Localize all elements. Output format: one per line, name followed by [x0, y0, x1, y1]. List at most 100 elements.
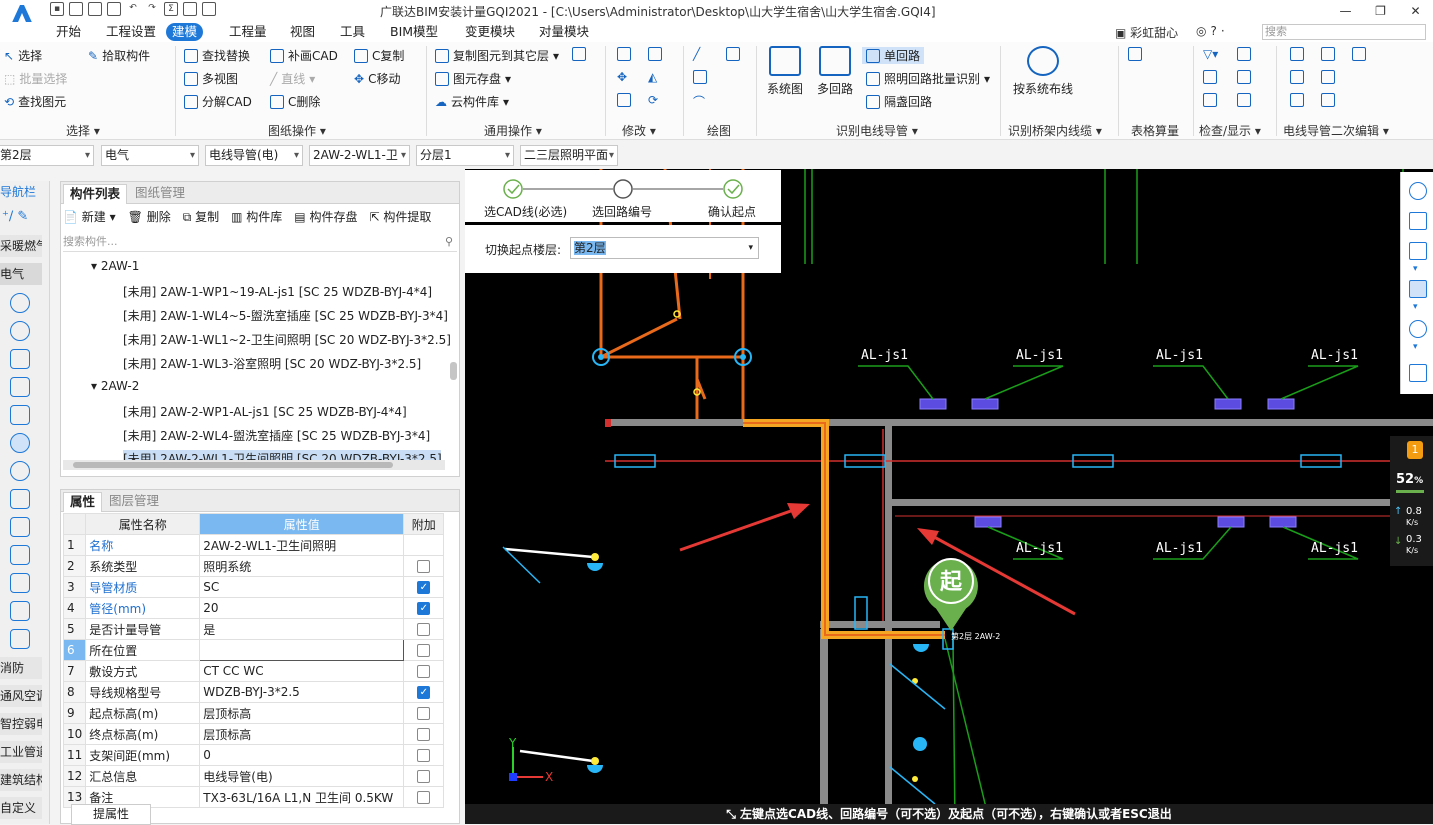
append-checkbox[interactable] — [417, 749, 431, 762]
extra-common-button[interactable] — [572, 47, 586, 61]
bus-icon[interactable] — [10, 489, 30, 509]
nav-hvac[interactable]: 通风空调 — [0, 685, 42, 707]
table-row[interactable]: 9 起点标高(m) 层顶标高 — [62, 702, 445, 724]
edit5-button[interactable] — [1321, 70, 1335, 84]
select-button[interactable]: ↖ 选择 — [4, 47, 42, 64]
delete-component-button[interactable]: 🗑 删除 — [128, 208, 171, 225]
start-floor-select[interactable]: 第2层 ▾ — [570, 237, 759, 259]
open-folder-icon[interactable] — [88, 2, 102, 16]
cube-icon[interactable] — [1409, 280, 1427, 298]
tree-group-2aw2[interactable]: ▾ 2AW-2 — [91, 379, 139, 393]
discipline-select[interactable]: 电气 — [101, 145, 199, 166]
close-icon[interactable]: ✕ — [1398, 0, 1433, 22]
append-checkbox[interactable]: ✓ — [417, 686, 431, 699]
single-circuit-button[interactable]: 单回路 — [862, 47, 925, 64]
pick-component-button[interactable]: ✎ 拾取构件 — [88, 47, 150, 64]
table-row[interactable]: 10 终点标高(m) 层顶标高 — [62, 723, 445, 745]
component-select[interactable]: 2AW-2-WL1-卫 — [309, 145, 410, 166]
menu-start[interactable]: 开始 — [50, 23, 87, 41]
table-row[interactable]: 5 是否计量导管是 — [62, 618, 445, 640]
modify-flip-button[interactable]: ◭ — [648, 70, 657, 84]
c-move-button[interactable]: ✥ C移动 — [354, 70, 400, 87]
report-icon[interactable] — [183, 2, 197, 16]
append-checkbox[interactable] — [417, 623, 431, 636]
new-component-button[interactable]: 📄 新建 ▾ — [63, 208, 116, 225]
tab-properties[interactable]: 属性 — [63, 492, 103, 512]
tab-component-list[interactable]: 构件列表 — [63, 184, 128, 204]
menu-project-settings[interactable]: 工程设置 — [100, 23, 162, 41]
find-replace-button[interactable]: 查找替换 — [184, 47, 250, 64]
table-row[interactable]: 3 导管材质 SC ✓ — [62, 576, 445, 598]
append-checkbox[interactable] — [417, 770, 431, 783]
grid-button[interactable] — [1203, 93, 1217, 107]
edit1-button[interactable] — [1290, 47, 1304, 61]
edit6-button[interactable] — [1290, 93, 1304, 107]
modify-copy-button[interactable] — [617, 47, 631, 61]
menu-bim-model[interactable]: BIM模型 — [384, 23, 444, 41]
tree-item[interactable]: [未用] 2AW-1-WL1~2-卫生间照明 [SC 20 WDZ-BYJ-3*… — [123, 331, 451, 348]
tree-item[interactable]: [未用] 2AW-2-WP1-AL-js1 [SC 25 WDZB-BYJ-4*… — [123, 403, 407, 420]
append-checkbox[interactable]: ✓ — [417, 581, 431, 594]
nav-weak-current[interactable]: 智控弱电 — [0, 713, 42, 735]
append-checkbox[interactable] — [417, 665, 431, 678]
folder-icon[interactable] — [202, 2, 216, 16]
table-row[interactable]: 11 支架间距(mm) 0 — [62, 744, 445, 766]
tree-item[interactable]: [未用] 2AW-1-WL3-浴室照明 [SC 20 WDZ-BYJ-3*2.5… — [123, 355, 421, 372]
menu-change-module[interactable]: 变更模块 — [459, 23, 521, 41]
menu-quantity[interactable]: 工程量 — [223, 23, 273, 41]
edit2-button[interactable] — [1321, 47, 1335, 61]
layers-button[interactable] — [1237, 70, 1251, 84]
append-checkbox[interactable] — [417, 644, 431, 657]
check-button[interactable] — [1237, 47, 1251, 61]
step-select-circuit[interactable]: 选回路编号 — [592, 203, 652, 220]
explode-cad-button[interactable]: 分解CAD — [184, 93, 252, 110]
minimize-icon[interactable]: — — [1328, 0, 1363, 22]
component-type-select[interactable]: 电线导管(电) — [205, 145, 303, 166]
table-row[interactable]: 4 管径(mm) 20 ✓ — [62, 597, 445, 619]
wire-icon[interactable] — [10, 517, 30, 537]
table-row[interactable]: 6 所在位置 — [62, 639, 445, 661]
copy-component-button[interactable]: ⧉ 复制 — [183, 208, 219, 225]
nav-fire[interactable]: 消防 — [0, 657, 42, 679]
tab-drawing-management[interactable]: 图纸管理 — [129, 184, 191, 204]
list-button[interactable] — [1237, 93, 1251, 107]
table-calc-button[interactable] — [1128, 47, 1142, 61]
filter-button[interactable]: ▽▾ — [1203, 47, 1218, 61]
save-disk-icon[interactable] — [107, 2, 121, 16]
draw-pipe-button[interactable] — [726, 47, 740, 61]
rotate-view-icon[interactable] — [1409, 320, 1427, 338]
table-row[interactable]: 7 敷设方式 CT CC WC — [62, 660, 445, 682]
edit4-button[interactable] — [1290, 70, 1304, 84]
nav-industrial-pipe[interactable]: 工业管道 — [0, 741, 42, 763]
draw-cad-button[interactable]: 补画CAD — [270, 47, 338, 64]
redo-icon[interactable]: ↷ — [145, 2, 159, 16]
nav-heating[interactable]: 采暖燃气 — [0, 235, 42, 257]
modify-delete-button[interactable] — [617, 93, 631, 107]
cable-icon[interactable] — [10, 461, 30, 481]
clipboard-icon[interactable] — [1409, 364, 1427, 382]
draw-arc-button[interactable]: ⌒ — [693, 93, 705, 110]
new-file-icon[interactable] — [69, 2, 83, 16]
component-library-button[interactable]: ▥ 构件库 — [231, 208, 282, 225]
drawing-select[interactable]: 二三层照明平面 — [520, 145, 618, 166]
display-button[interactable] — [1203, 70, 1217, 84]
menu-modeling[interactable]: 建模 — [166, 23, 204, 41]
floor-select[interactable]: 第2层 — [0, 145, 94, 166]
layer-select[interactable]: 分层1 — [416, 145, 514, 166]
cloud-library-button[interactable]: ☁ 云构件库 ▾ — [435, 93, 509, 110]
find-element-button[interactable]: ⟲ 查找图元 — [4, 93, 66, 110]
tree-group-2aw1[interactable]: ▾ 2AW-1 — [91, 259, 139, 273]
tray-icon[interactable] — [10, 405, 30, 425]
tree-item[interactable]: [未用] 2AW-2-WL4-盥洗室插座 [SC 25 WDZB-BYJ-3*4… — [123, 427, 430, 444]
tab-layer-management[interactable]: 图层管理 — [103, 492, 165, 512]
table-row[interactable]: 12 汇总信息 电线导管(电) — [62, 765, 445, 787]
undo-icon[interactable]: ↶ — [126, 2, 140, 16]
append-checkbox[interactable] — [417, 560, 431, 573]
ground-icon[interactable] — [10, 545, 30, 565]
panel-icon[interactable] — [10, 349, 30, 369]
edit7-button[interactable] — [1321, 93, 1335, 107]
hanger-icon[interactable] — [10, 629, 30, 649]
menu-tools[interactable]: 工具 — [334, 23, 371, 41]
nav-custom[interactable]: 自定义 — [0, 797, 42, 819]
conduit-icon[interactable] — [10, 433, 30, 453]
